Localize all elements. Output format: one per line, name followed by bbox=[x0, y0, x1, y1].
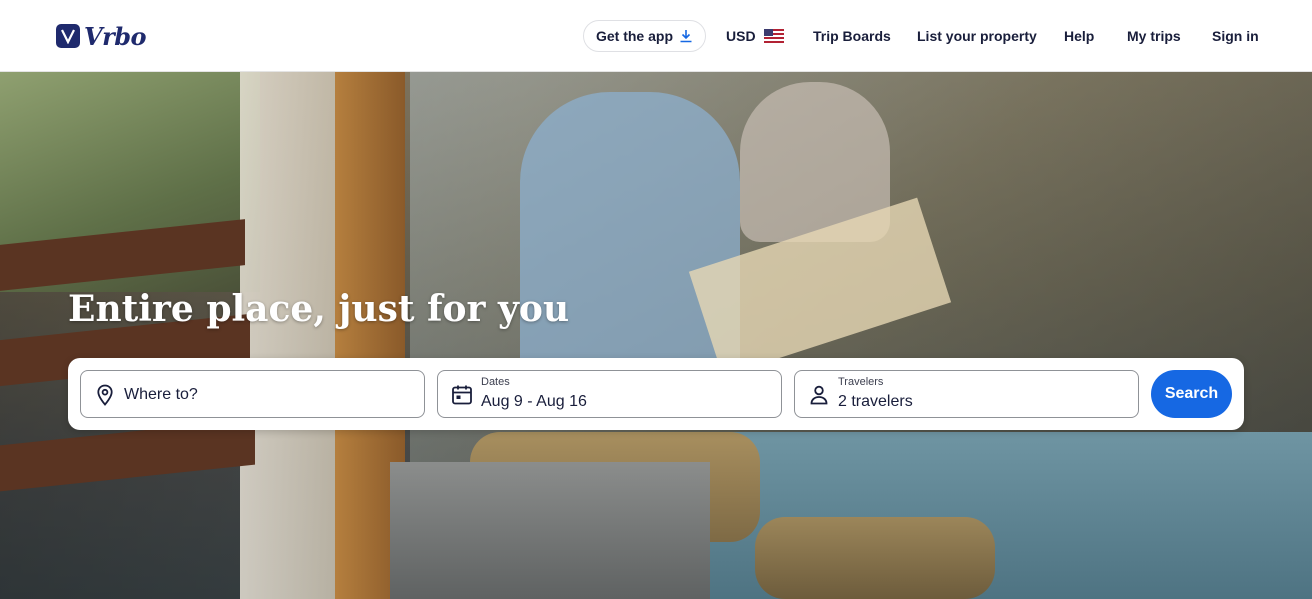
hero-ledge bbox=[390, 462, 710, 599]
map-pin-icon bbox=[97, 384, 113, 406]
hero-basket-2 bbox=[755, 517, 995, 599]
travelers-label: Travelers bbox=[838, 376, 884, 388]
site-header: Vrbo Get the app USD Trip Boards List yo… bbox=[0, 0, 1312, 72]
vrbo-logo[interactable]: Vrbo bbox=[56, 21, 147, 51]
calendar-icon bbox=[452, 385, 472, 405]
currency-selector[interactable]: USD bbox=[726, 20, 784, 52]
search-bar: Where to? Dates Aug 9 - Aug 16 Travelers… bbox=[68, 358, 1244, 430]
dates-label: Dates bbox=[481, 376, 510, 388]
destination-field[interactable]: Where to? bbox=[80, 370, 425, 418]
hero-person-shirt bbox=[520, 92, 740, 382]
get-app-button[interactable]: Get the app bbox=[583, 20, 706, 52]
dates-value: Aug 9 - Aug 16 bbox=[481, 393, 587, 410]
destination-placeholder: Where to? bbox=[124, 386, 198, 403]
hero-headline: Entire place, just for you bbox=[68, 288, 570, 330]
travelers-value: 2 travelers bbox=[838, 393, 913, 410]
get-app-label: Get the app bbox=[595, 28, 673, 44]
nav-sign-in[interactable]: Sign in bbox=[1212, 20, 1259, 52]
hero-pillar bbox=[240, 72, 350, 599]
download-icon bbox=[680, 30, 692, 43]
nav-help[interactable]: Help bbox=[1064, 20, 1094, 52]
us-flag-icon bbox=[763, 29, 784, 43]
vrbo-logo-icon bbox=[56, 24, 80, 48]
person-icon bbox=[810, 385, 828, 405]
nav-my-trips[interactable]: My trips bbox=[1127, 20, 1181, 52]
dates-field[interactable]: Dates Aug 9 - Aug 16 bbox=[437, 370, 782, 418]
nav-trip-boards[interactable]: Trip Boards bbox=[813, 20, 891, 52]
travelers-field[interactable]: Travelers 2 travelers bbox=[794, 370, 1139, 418]
search-button[interactable]: Search bbox=[1151, 370, 1232, 418]
nav-list-property[interactable]: List your property bbox=[917, 20, 1037, 52]
currency-label: USD bbox=[726, 28, 756, 44]
brand-name: Vrbo bbox=[84, 21, 147, 51]
hero-image: Entire place, just for you bbox=[0, 72, 1312, 599]
